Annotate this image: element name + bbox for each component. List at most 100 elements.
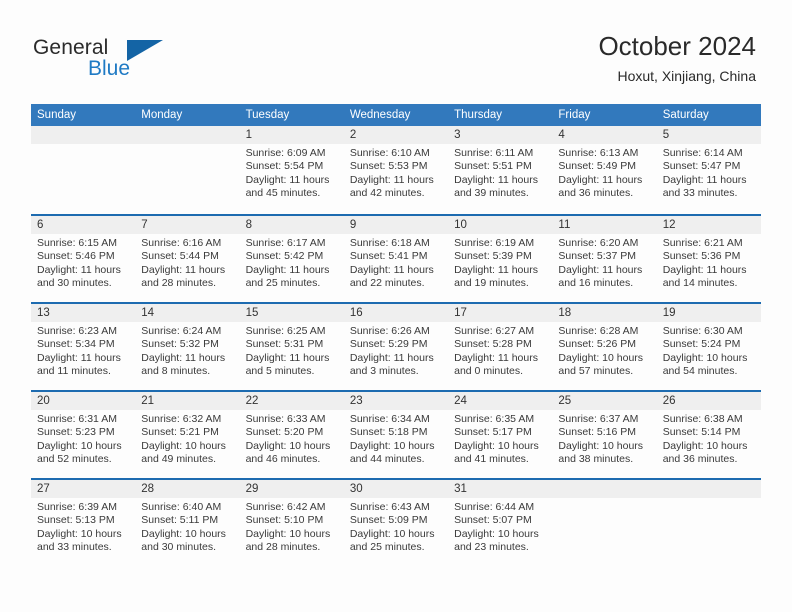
day-cell-29[interactable]: 29 Sunrise: 6:42 AM Sunset: 5:10 PM Dayligh… [239, 480, 344, 566]
sunrise-text: Sunrise: 6:34 AM [349, 413, 430, 425]
daylight-text-line1: Daylight: 11 hours [245, 263, 330, 276]
daylight-text-line2: and 28 minutes. [245, 541, 321, 554]
daylight-text-line2: and 42 minutes. [349, 187, 425, 200]
day-details: Sunrise: 6:39 AM Sunset: 5:13 PM Daylight:… [31, 498, 135, 555]
sunrise-text: Sunrise: 6:26 AM [349, 325, 430, 337]
day-header-wednesday: Wednesday [349, 109, 411, 121]
day-details: Sunrise: 6:19 AM Sunset: 5:39 PM Daylight:… [448, 234, 552, 291]
sunrise-text: Sunrise: 6:13 AM [558, 147, 639, 159]
page-title: October 2024 [598, 31, 756, 61]
day-number: 14 [135, 304, 240, 322]
sunset-text: Sunset: 5:13 PM [37, 514, 115, 527]
day-details: Sunrise: 6:27 AM Sunset: 5:28 PM Daylight:… [448, 322, 552, 379]
sunrise-text: Sunrise: 6:27 AM [454, 325, 535, 337]
daylight-text-line1: Daylight: 10 hours [37, 439, 122, 452]
day-details: Sunrise: 6:26 AM Sunset: 5:29 PM Daylight:… [344, 322, 448, 379]
day-number: 3 [448, 126, 553, 144]
day-cell-11[interactable]: 11 Sunrise: 6:20 AM Sunset: 5:37 PM Dayligh… [552, 216, 657, 302]
day-cell-18[interactable]: 18 Sunrise: 6:28 AM Sunset: 5:26 PM Dayligh… [552, 304, 657, 390]
sunset-text: Sunset: 5:47 PM [662, 160, 741, 173]
sunrise-text: Sunrise: 6:33 AM [245, 413, 326, 425]
daylight-text-line1: Daylight: 10 hours [141, 527, 226, 540]
day-cell-16[interactable]: 16 Sunrise: 6:26 AM Sunset: 5:29 PM Dayligh… [343, 304, 449, 390]
daylight-text-line1: Daylight: 11 hours [662, 173, 747, 186]
sunset-text: Sunset: 5:44 PM [141, 250, 219, 263]
daylight-text-line2: and 16 minutes. [558, 277, 634, 290]
daylight-text-line1: Daylight: 11 hours [37, 263, 121, 276]
day-cell-12[interactable]: 12 Sunrise: 6:21 AM Sunset: 5:36 PM Dayligh… [656, 216, 761, 302]
day-cell-22[interactable]: 22 Sunrise: 6:33 AM Sunset: 5:20 PM Dayligh… [239, 392, 344, 478]
day-number [552, 480, 657, 498]
week-row: 13 Sunrise: 6:23 AM Sunset: 5:34 PM Dayligh… [31, 302, 761, 390]
sunrise-text: Sunrise: 6:21 AM [662, 237, 743, 249]
daylight-text-line1: Daylight: 10 hours [349, 439, 435, 452]
sunrise-text: Sunrise: 6:17 AM [245, 237, 326, 249]
day-cell-21[interactable]: 21 Sunrise: 6:32 AM Sunset: 5:21 PM Dayligh… [135, 392, 240, 478]
day-details: Sunrise: 6:09 AM Sunset: 5:54 PM Daylight:… [240, 144, 344, 201]
day-cell-empty [656, 480, 761, 566]
calendar-page: General Blue October 2024 Hoxut, Xinjian… [0, 0, 792, 612]
sunrise-text: Sunrise: 6:23 AM [37, 325, 117, 337]
day-number: 27 [31, 480, 136, 498]
sunrise-text: Sunrise: 6:44 AM [454, 501, 535, 513]
day-cell-14[interactable]: 14 Sunrise: 6:24 AM Sunset: 5:32 PM Dayligh… [135, 304, 240, 390]
sunset-text: Sunset: 5:53 PM [349, 160, 428, 173]
day-number: 25 [552, 392, 657, 410]
day-cell-2[interactable]: 2 Sunrise: 6:10 AM Sunset: 5:53 PM Daylight… [343, 126, 449, 214]
day-cell-17[interactable]: 17 Sunrise: 6:27 AM Sunset: 5:28 PM Dayligh… [448, 304, 553, 390]
day-details: Sunrise: 6:34 AM Sunset: 5:18 PM Daylight:… [344, 410, 448, 467]
day-cell-8[interactable]: 8 Sunrise: 6:17 AM Sunset: 5:42 PM Daylight… [239, 216, 344, 302]
logo-text-blue: Blue [88, 57, 131, 80]
day-details: Sunrise: 6:16 AM Sunset: 5:44 PM Daylight:… [135, 234, 239, 291]
daylight-text-line1: Daylight: 11 hours [454, 351, 538, 364]
calendar-grid: Sunday Monday Tuesday Wednesday Thursday Frid… [31, 104, 761, 566]
daylight-text-line1: Daylight: 11 hours [454, 173, 538, 186]
sunrise-text: Sunrise: 6:42 AM [245, 501, 326, 513]
day-cell-7[interactable]: 7 Sunrise: 6:16 AM Sunset: 5:44 PM Daylight… [135, 216, 240, 302]
daylight-text-line1: Daylight: 10 hours [349, 527, 435, 540]
day-details: Sunrise: 6:11 AM Sunset: 5:51 PM Daylight:… [448, 144, 552, 201]
page-header: General Blue October 2024 Hoxut, Xinjian… [0, 0, 792, 100]
day-cell-9[interactable]: 9 Sunrise: 6:18 AM Sunset: 5:41 PM Daylight… [343, 216, 449, 302]
day-cell-27[interactable]: 27 Sunrise: 6:39 AM Sunset: 5:13 PM Dayligh… [31, 480, 136, 566]
day-cell-15[interactable]: 15 Sunrise: 6:25 AM Sunset: 5:31 PM Dayligh… [239, 304, 344, 390]
sunset-text: Sunset: 5:32 PM [141, 338, 219, 351]
day-number: 8 [239, 216, 344, 234]
daylight-text-line1: Daylight: 10 hours [662, 351, 748, 364]
day-cell-31[interactable]: 31 Sunrise: 6:44 AM Sunset: 5:07 PM Dayligh… [448, 480, 553, 566]
day-cell-6[interactable]: 6 Sunrise: 6:15 AM Sunset: 5:46 PM Daylight… [31, 216, 136, 302]
sunset-text: Sunset: 5:26 PM [558, 338, 637, 351]
sunrise-text: Sunrise: 6:11 AM [454, 147, 534, 159]
sunrise-text: Sunrise: 6:16 AM [141, 237, 222, 249]
day-cell-4[interactable]: 4 Sunrise: 6:13 AM Sunset: 5:49 PM Daylight… [552, 126, 657, 214]
day-number [31, 126, 136, 144]
general-blue-logo[interactable]: General Blue [33, 36, 223, 84]
daylight-text-line1: Daylight: 11 hours [558, 263, 643, 276]
day-cell-30[interactable]: 30 Sunrise: 6:43 AM Sunset: 5:09 PM Dayligh… [343, 480, 449, 566]
daylight-text-line1: Daylight: 11 hours [454, 263, 538, 276]
sunrise-text: Sunrise: 6:24 AM [141, 325, 222, 337]
day-cell-23[interactable]: 23 Sunrise: 6:34 AM Sunset: 5:18 PM Dayligh… [343, 392, 449, 478]
logo-triangle-icon [127, 40, 163, 61]
day-cell-28[interactable]: 28 Sunrise: 6:40 AM Sunset: 5:11 PM Dayligh… [135, 480, 240, 566]
day-cell-3[interactable]: 3 Sunrise: 6:11 AM Sunset: 5:51 PM Daylight… [448, 126, 553, 214]
sunrise-text: Sunrise: 6:31 AM [37, 413, 117, 425]
day-cell-24[interactable]: 24 Sunrise: 6:35 AM Sunset: 5:17 PM Dayligh… [448, 392, 553, 478]
day-cell-13[interactable]: 13 Sunrise: 6:23 AM Sunset: 5:34 PM Dayligh… [31, 304, 136, 390]
day-cell-20[interactable]: 20 Sunrise: 6:31 AM Sunset: 5:23 PM Dayligh… [31, 392, 136, 478]
day-cell-25[interactable]: 25 Sunrise: 6:37 AM Sunset: 5:16 PM Dayligh… [552, 392, 657, 478]
day-cell-1[interactable]: 1 Sunrise: 6:09 AM Sunset: 5:54 PM Daylight… [239, 126, 344, 214]
sunset-text: Sunset: 5:11 PM [141, 514, 219, 527]
daylight-text-line2: and 23 minutes. [454, 541, 529, 554]
day-cell-26[interactable]: 26 Sunrise: 6:38 AM Sunset: 5:14 PM Dayligh… [656, 392, 761, 478]
sunrise-text: Sunrise: 6:09 AM [245, 147, 326, 159]
day-cell-19[interactable]: 19 Sunrise: 6:30 AM Sunset: 5:24 PM Dayligh… [656, 304, 761, 390]
day-cell-10[interactable]: 10 Sunrise: 6:19 AM Sunset: 5:39 PM Dayligh… [448, 216, 553, 302]
day-header-saturday: Saturday [662, 109, 709, 121]
day-details: Sunrise: 6:32 AM Sunset: 5:21 PM Daylight:… [135, 410, 239, 467]
sunrise-text: Sunrise: 6:18 AM [349, 237, 430, 249]
sunset-text: Sunset: 5:17 PM [454, 426, 532, 439]
day-number [656, 480, 761, 498]
day-number: 4 [552, 126, 657, 144]
day-cell-5[interactable]: 5 Sunrise: 6:14 AM Sunset: 5:47 PM Daylight… [656, 126, 761, 214]
